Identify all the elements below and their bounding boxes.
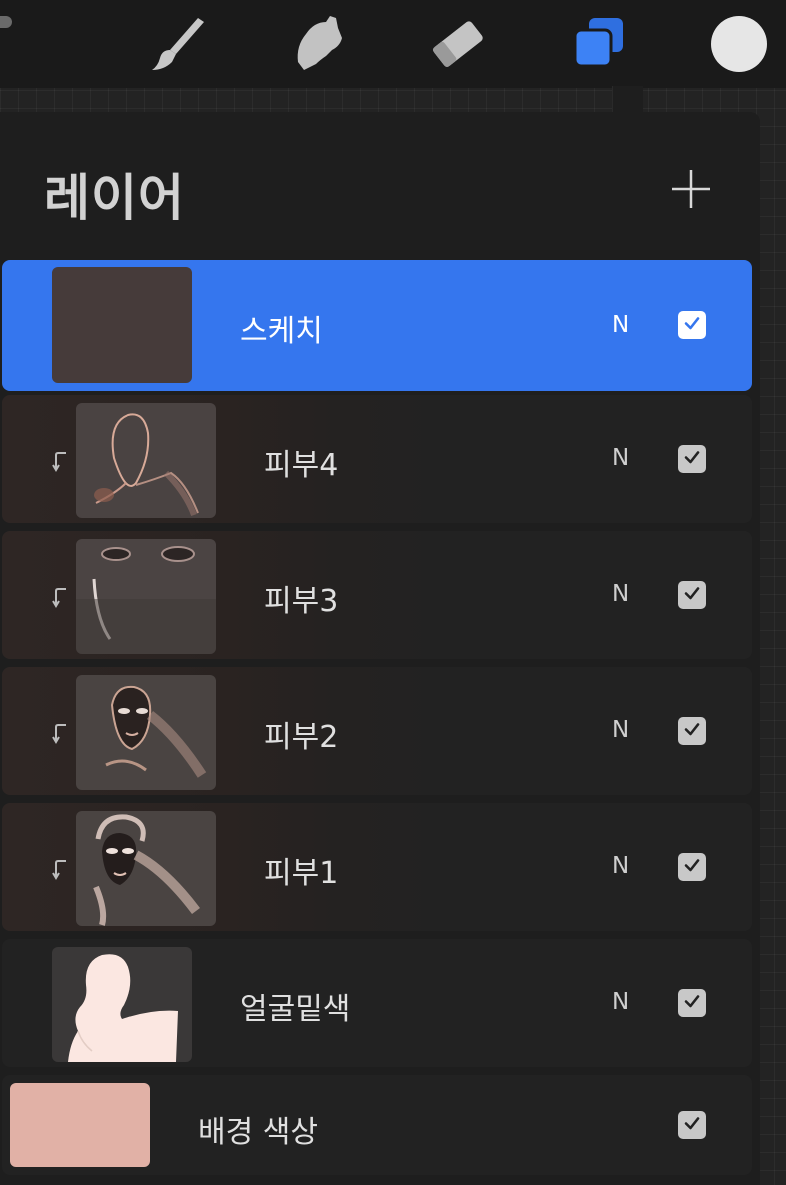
layer-name: 스케치	[240, 314, 323, 349]
visibility-checkbox[interactable]	[678, 445, 706, 473]
eraser-icon	[426, 12, 490, 76]
smudge-tool-button[interactable]	[288, 14, 348, 74]
layer-row-skin1[interactable]: 피부1 N	[2, 803, 752, 931]
visibility-checkbox[interactable]	[678, 989, 706, 1017]
blend-mode-button[interactable]: N	[612, 312, 629, 338]
layer-name: 피부1	[264, 856, 339, 891]
blend-mode-button[interactable]: N	[612, 581, 629, 607]
panel-pointer	[612, 86, 643, 114]
layer-name: 피부4	[264, 448, 339, 483]
clipping-mask-icon	[52, 722, 68, 748]
checkmark-icon	[683, 992, 701, 1014]
layer-row-face-base[interactable]: 얼굴밑색 N	[2, 939, 752, 1067]
visibility-checkbox[interactable]	[678, 717, 706, 745]
layer-row-skin2[interactable]: 피부2 N	[2, 667, 752, 795]
checkmark-icon	[683, 314, 701, 336]
color-picker-button[interactable]	[711, 16, 767, 72]
blend-mode-button[interactable]: N	[612, 853, 629, 879]
blend-mode-button[interactable]: N	[612, 989, 629, 1015]
clipping-mask-icon	[52, 858, 68, 884]
visibility-checkbox[interactable]	[678, 853, 706, 881]
checkmark-icon	[683, 856, 701, 878]
layer-row-skin4[interactable]: 피부4 N	[2, 395, 752, 523]
brush-icon	[146, 12, 210, 76]
clipping-mask-icon	[52, 450, 68, 476]
panel-title: 레이어	[44, 169, 185, 227]
smudge-icon	[286, 12, 350, 76]
sidebar-handle[interactable]	[0, 16, 12, 28]
layer-thumbnail	[76, 675, 216, 790]
checkmark-icon	[683, 584, 701, 606]
layer-thumbnail	[52, 267, 192, 383]
layer-name: 피부2	[264, 720, 339, 755]
clipping-mask-icon	[52, 586, 68, 612]
layer-name: 얼굴밑색	[240, 992, 351, 1027]
visibility-checkbox[interactable]	[678, 1111, 706, 1139]
blend-mode-button[interactable]: N	[612, 717, 629, 743]
checkmark-icon	[683, 720, 701, 742]
layers-tool-button[interactable]	[569, 14, 629, 74]
layer-thumbnail	[76, 403, 216, 518]
visibility-checkbox[interactable]	[678, 581, 706, 609]
plus-icon	[666, 170, 716, 218]
background-color-swatch[interactable]	[10, 1083, 150, 1167]
checkmark-icon	[683, 448, 701, 470]
layer-row-background-color[interactable]: 배경 색상	[2, 1075, 752, 1175]
visibility-checkbox[interactable]	[678, 311, 706, 339]
top-toolbar	[0, 0, 786, 88]
layer-row-sketch[interactable]: 스케치 N	[2, 260, 752, 391]
layer-row-skin3[interactable]: 피부3 N	[2, 531, 752, 659]
layer-thumbnail	[76, 539, 216, 654]
layer-name: 피부3	[264, 584, 339, 619]
checkmark-icon	[683, 1114, 701, 1136]
layer-thumbnail	[76, 811, 216, 926]
add-layer-button[interactable]	[666, 164, 716, 214]
blend-mode-button[interactable]: N	[612, 445, 629, 471]
layer-thumbnail	[52, 947, 192, 1062]
layers-icon	[569, 14, 629, 74]
eraser-tool-button[interactable]	[428, 14, 488, 74]
layer-name: 배경 색상	[198, 1115, 318, 1150]
brush-tool-button[interactable]	[148, 14, 208, 74]
